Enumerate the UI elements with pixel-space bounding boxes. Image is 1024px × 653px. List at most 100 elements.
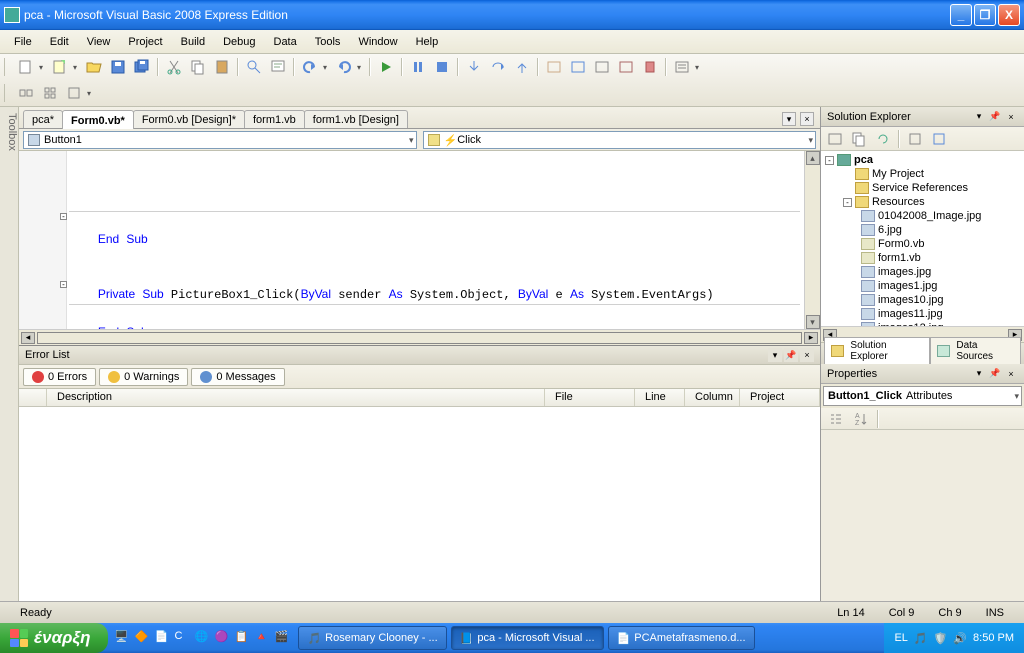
solexp-pin-button[interactable]: 📌 (988, 110, 1002, 124)
taskbar-task-3[interactable]: 📄PCAmetafrasmeno.d... (608, 626, 755, 650)
close-button[interactable]: X (998, 4, 1020, 26)
menu-file[interactable]: File (6, 33, 40, 51)
doc-tab-form1-vb[interactable]: form1.vb (244, 110, 305, 128)
solexp-view-designer-button[interactable] (928, 128, 950, 150)
find-button[interactable] (243, 56, 265, 78)
error-list-button[interactable] (671, 56, 693, 78)
step-over-button[interactable] (487, 56, 509, 78)
solution-explorer-button[interactable] (567, 56, 589, 78)
props-close-button[interactable]: × (1004, 367, 1018, 381)
step-out-button[interactable] (511, 56, 533, 78)
new-project-button[interactable] (15, 56, 37, 78)
solexp-dropdown-button[interactable]: ▾ (972, 110, 986, 124)
tab-overflow-button[interactable]: ▾ (782, 112, 796, 126)
props-categorized-button[interactable] (825, 408, 847, 430)
menu-window[interactable]: Window (350, 33, 405, 51)
paste-button[interactable] (211, 56, 233, 78)
ql-icon-8[interactable]: 🔺 (254, 630, 270, 646)
undo-button[interactable] (299, 56, 321, 78)
tree-node[interactable]: -Resources (821, 195, 1024, 209)
step-into-button[interactable] (463, 56, 485, 78)
toolbox-window-button[interactable] (639, 56, 661, 78)
tree-node[interactable]: form1.vb (821, 251, 1024, 265)
open-button[interactable] (83, 56, 105, 78)
redo-button[interactable] (333, 56, 355, 78)
ql-icon-4[interactable]: C (174, 630, 190, 646)
tree-node[interactable]: Form0.vb (821, 237, 1024, 251)
object-dropdown[interactable]: Button1 (23, 131, 417, 149)
start-button[interactable]: έναρξη (0, 623, 108, 653)
immediate-window-button[interactable] (543, 56, 565, 78)
menu-tools[interactable]: Tools (307, 33, 349, 51)
ql-icon-1[interactable]: 🖥️ (114, 630, 130, 646)
menu-view[interactable]: View (79, 33, 119, 51)
tree-node[interactable]: images10.jpg (821, 293, 1024, 307)
solexp-close-button[interactable]: × (1004, 110, 1018, 124)
menu-project[interactable]: Project (120, 33, 170, 51)
cut-button[interactable] (163, 56, 185, 78)
data-sources-tab[interactable]: Data Sources (930, 337, 1021, 364)
tree-node[interactable]: My Project (821, 167, 1024, 181)
menu-build[interactable]: Build (173, 33, 213, 51)
ql-icon-6[interactable]: 🟣 (214, 630, 230, 646)
solexp-show-all-button[interactable] (848, 128, 870, 150)
error-list-dropdown-button[interactable]: ▾ (768, 348, 782, 362)
errors-tab[interactable]: 0 Errors (23, 368, 96, 386)
menu-help[interactable]: Help (408, 33, 447, 51)
method-dropdown[interactable]: ⚡ Click (423, 131, 817, 149)
ql-icon-7[interactable]: 📋 (234, 630, 250, 646)
layout-button-3[interactable] (63, 82, 85, 104)
layout-button-2[interactable] (39, 82, 61, 104)
solexp-refresh-button[interactable] (872, 128, 894, 150)
code-editor[interactable]: - - - - - End Sub Private Sub PictureBox… (19, 151, 820, 329)
menu-edit[interactable]: Edit (42, 33, 77, 51)
tree-node[interactable]: 01042008_Image.jpg (821, 209, 1024, 223)
ql-icon-9[interactable]: 🎬 (274, 630, 290, 646)
doc-tab-form1-design[interactable]: form1.vb [Design] (304, 110, 408, 128)
tab-close-button[interactable]: × (800, 112, 814, 126)
properties-grid[interactable] (821, 430, 1024, 601)
tree-node[interactable]: images1.jpg (821, 279, 1024, 293)
messages-tab[interactable]: 0 Messages (191, 368, 284, 386)
error-list-body[interactable] (19, 407, 820, 601)
tree-node[interactable]: 6.jpg (821, 223, 1024, 237)
add-item-button[interactable] (49, 56, 71, 78)
menu-debug[interactable]: Debug (215, 33, 263, 51)
warnings-tab[interactable]: 0 Warnings (99, 368, 188, 386)
run-button[interactable] (375, 56, 397, 78)
tray-clock[interactable]: 8:50 PM (973, 632, 1014, 644)
tray-icon-3[interactable]: 🔊 (953, 632, 967, 645)
error-list-pin-button[interactable]: 📌 (784, 348, 798, 362)
stop-button[interactable] (431, 56, 453, 78)
ql-icon-5[interactable]: 🌐 (194, 630, 210, 646)
object-browser-button[interactable] (615, 56, 637, 78)
doc-tab-form0-vb[interactable]: Form0.vb* (62, 110, 134, 129)
properties-object-selector[interactable]: Button1_Click Attributes (823, 386, 1022, 406)
error-list-close-button[interactable]: × (800, 348, 814, 362)
solexp-properties-button[interactable] (824, 128, 846, 150)
horizontal-scrollbar[interactable]: ◂▸ (19, 329, 820, 345)
save-all-button[interactable] (131, 56, 153, 78)
break-button[interactable] (407, 56, 429, 78)
copy-button[interactable] (187, 56, 209, 78)
props-dropdown-button[interactable]: ▾ (972, 367, 986, 381)
tree-node[interactable]: Service References (821, 181, 1024, 195)
taskbar-task-2[interactable]: 📘pca - Microsoft Visual ... (451, 626, 604, 650)
props-alphabetical-button[interactable]: AZ (850, 408, 872, 430)
tree-node[interactable]: images.jpg (821, 265, 1024, 279)
comment-button[interactable] (267, 56, 289, 78)
taskbar-task-1[interactable]: 🎵Rosemary Clooney - ... (298, 626, 446, 650)
toolbox-panel-collapsed[interactable]: Toolbox (0, 107, 19, 601)
tray-icon-1[interactable]: 🎵 (914, 632, 928, 645)
minimize-button[interactable]: _ (950, 4, 972, 26)
tray-lang[interactable]: EL (894, 632, 907, 644)
vertical-scrollbar[interactable]: ▴▾ (804, 151, 820, 329)
tray-icon-2[interactable]: 🛡️ (934, 632, 948, 645)
menu-data[interactable]: Data (266, 33, 305, 51)
props-pin-button[interactable]: 📌 (988, 367, 1002, 381)
solexp-view-code-button[interactable] (904, 128, 926, 150)
save-button[interactable] (107, 56, 129, 78)
solution-tree[interactable]: -pcaMy ProjectService References-Resourc… (821, 151, 1024, 326)
maximize-button[interactable]: ❐ (974, 4, 996, 26)
ql-icon-3[interactable]: 📄 (154, 630, 170, 646)
